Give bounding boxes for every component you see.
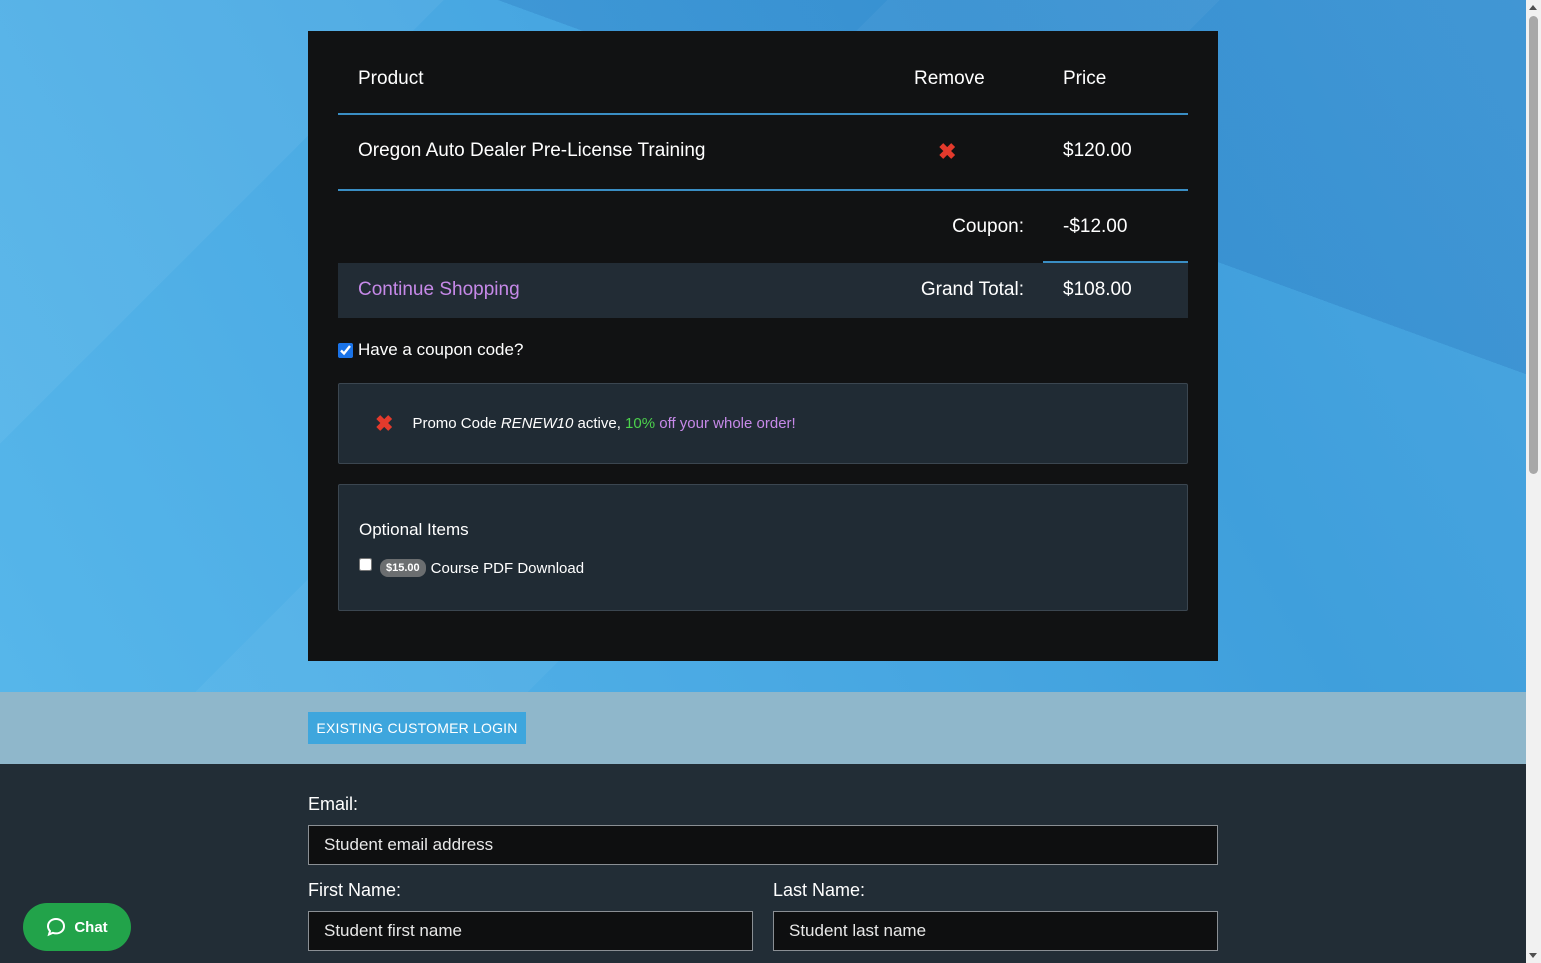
existing-customer-login-button[interactable]: EXISTING CUSTOMER LOGIN [308,712,526,744]
grand-total-label: Grand Total: [920,279,1024,300]
promo-percent: 10% [625,415,656,432]
coupon-row: Coupon: -$12.00 [338,191,1188,263]
last-name-label: Last Name: [773,880,866,900]
optional-item-label: Course PDF Download [430,559,585,577]
promo-suffix: off your whole order! [655,415,796,432]
header-remove: Remove [914,68,985,89]
header-price: Price [1063,68,1107,89]
coupon-code-checkbox[interactable] [338,342,353,358]
grand-total-row: Continue Shopping Grand Total: $108.00 [338,263,1188,318]
email-field[interactable] [308,825,1218,865]
scroll-up-arrow-icon[interactable] [1529,5,1537,10]
scroll-down-arrow-icon[interactable] [1529,953,1537,958]
promo-middle: active, [573,415,626,432]
optional-item-checkbox[interactable] [359,557,372,571]
promo-prefix: Promo Code [412,415,501,432]
email-label: Email: [308,794,359,814]
coupon-code-toggle[interactable]: Have a coupon code? [338,340,523,360]
login-band: EXISTING CUSTOMER LOGIN [0,692,1526,764]
scrollbar-thumb[interactable] [1529,16,1538,474]
first-name-field[interactable] [308,911,753,951]
last-name-field[interactable] [773,911,1218,951]
cart-header-row: Product Remove Price [338,31,1188,115]
item-price: $120.00 [1063,140,1132,161]
header-product: Product [358,68,424,89]
chat-label: Chat [74,918,108,936]
first-name-label: First Name: [308,880,402,900]
remove-promo-icon[interactable]: ✖ [375,411,393,437]
remove-item-icon[interactable]: ✖ [938,139,956,165]
optional-items-box: Optional Items $15.00 Course PDF Downloa… [338,484,1188,611]
hero-background: Product Remove Price Oregon Auto Dealer … [0,0,1526,692]
promo-message: Promo Code RENEW10 active, 10% off your … [412,415,795,432]
cart-panel: Product Remove Price Oregon Auto Dealer … [308,31,1218,661]
promo-code: RENEW10 [500,415,574,432]
page-scrollbar[interactable] [1526,0,1541,963]
coupon-label: Coupon: [952,216,1024,237]
grand-total-amount: $108.00 [1063,279,1132,300]
chat-button[interactable]: Chat [23,903,131,951]
chat-bubble-icon [47,917,66,937]
coupon-amount: -$12.00 [1063,216,1128,237]
coupon-code-label: Have a coupon code? [358,340,524,359]
item-name: Oregon Auto Dealer Pre-License Training [358,140,706,161]
optional-items-title: Optional Items [359,520,469,539]
optional-item-pdf[interactable]: $15.00 Course PDF Download [359,557,585,577]
promo-code-box: ✖ Promo Code RENEW10 active, 10% off you… [338,383,1188,464]
cart-item-row: Oregon Auto Dealer Pre-License Training … [338,115,1188,191]
price-badge: $15.00 [380,559,426,577]
continue-shopping-link[interactable]: Continue Shopping [358,279,520,301]
